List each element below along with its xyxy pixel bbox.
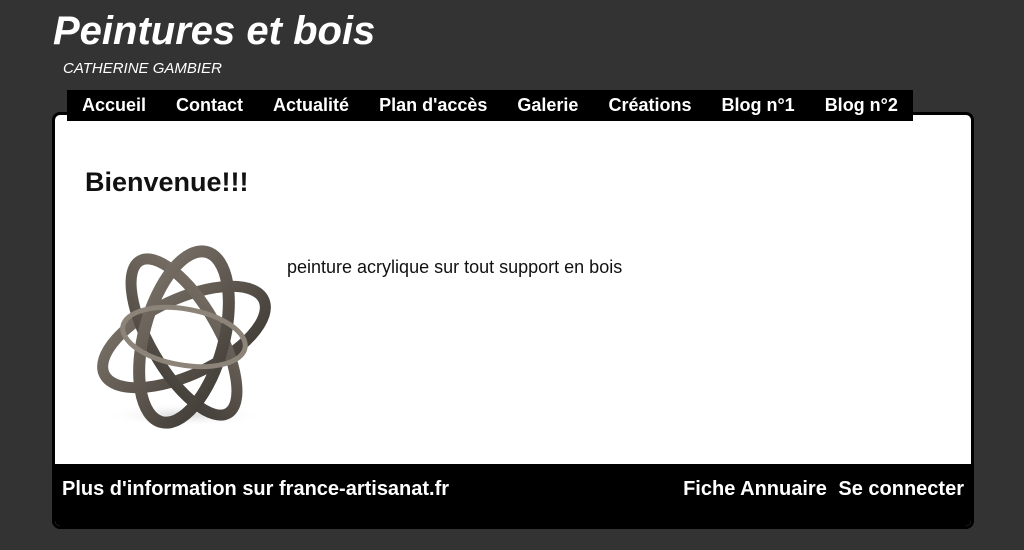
- nav-item-blog-2[interactable]: Blog n°2: [825, 90, 898, 121]
- footer-info-prefix-link[interactable]: Plus d'information sur: [62, 478, 273, 500]
- login-link[interactable]: Se connecter: [838, 478, 964, 500]
- nav-item-plan-acces[interactable]: Plan d'accès: [379, 90, 487, 121]
- description-text: peinture acrylique sur tout support en b…: [287, 257, 623, 277]
- site-subtitle: CATHERINE GAMBIER: [63, 60, 222, 77]
- france-artisanat-link[interactable]: france-artisanat.fr: [279, 478, 449, 500]
- fiche-annuaire-link[interactable]: Fiche Annuaire: [683, 478, 827, 500]
- site-title: Peintures et bois: [53, 9, 376, 53]
- nav-item-accueil[interactable]: Accueil: [82, 90, 146, 121]
- nav-item-contact[interactable]: Contact: [176, 90, 243, 121]
- sculpture-image: [97, 245, 271, 429]
- nav-item-creations[interactable]: Créations: [608, 90, 691, 121]
- main-nav: Accueil Contact Actualité Plan d'accès G…: [67, 90, 913, 121]
- nav-item-actualite[interactable]: Actualité: [273, 90, 349, 121]
- nav-item-blog-1[interactable]: Blog n°1: [721, 90, 794, 121]
- footer-info: Plus d'information sur france-artisanat.…: [62, 478, 449, 501]
- footer-links: Fiche Annuaire Se connecter: [683, 478, 964, 501]
- nav-item-galerie[interactable]: Galerie: [517, 90, 578, 121]
- footer: Plus d'information sur france-artisanat.…: [55, 464, 971, 526]
- page-heading: Bienvenue!!!: [85, 167, 249, 197]
- content-panel: Bienvenue!!! peinture acrylique sur tout…: [52, 112, 974, 529]
